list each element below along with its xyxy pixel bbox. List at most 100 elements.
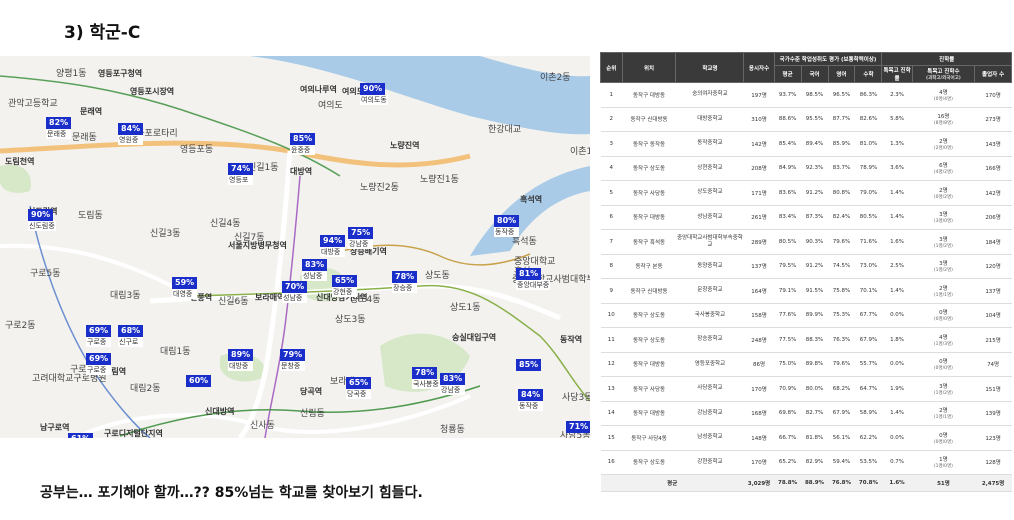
school-cell: 숭의여자중학교 xyxy=(675,82,744,108)
map-place-label: 숭실대입구역 xyxy=(452,333,497,342)
special-rate-cell: 1.4% xyxy=(881,180,913,206)
map-place-label: 상도3동 xyxy=(335,315,366,325)
pin-school-name: 구로중 xyxy=(86,365,112,375)
school-pin[interactable]: 71% xyxy=(566,414,590,433)
map-place-label: 한강대교 xyxy=(488,125,522,135)
korean-cell: 81.8% xyxy=(801,425,829,451)
map-place-label: 보라매역 xyxy=(255,293,285,302)
english-cell: 79.6% xyxy=(828,352,855,377)
section-title: 3) 학군-C xyxy=(64,23,141,43)
school-pin[interactable]: 80% 동작중 xyxy=(494,208,520,237)
english-cell: 76.3% xyxy=(828,327,855,353)
avg-cell: 66.7% xyxy=(774,425,802,451)
school-pin[interactable]: 68% 신구로 xyxy=(118,318,144,347)
school-pin[interactable]: 70% 성남중 xyxy=(282,274,308,303)
school-pin[interactable]: 69% 구로중 xyxy=(86,346,112,375)
korean-cell: 90.3% xyxy=(801,229,829,255)
map-place-label: 구로2동 xyxy=(5,321,36,331)
map-place-label: 신대방역 xyxy=(205,407,235,416)
col-students: 응시자수 xyxy=(743,52,775,83)
students-cell: 86명 xyxy=(743,352,775,377)
special-count-cell: 4명 (1명/3명) xyxy=(912,327,975,353)
students-cell: 248명 xyxy=(743,327,775,353)
school-cell: 문창중학교 xyxy=(675,278,744,304)
english-cell: 80.8% xyxy=(828,180,855,206)
pin-percentage: 61% xyxy=(68,433,94,438)
school-pin[interactable]: 61% xyxy=(68,426,94,438)
pin-school-name: 대방중 xyxy=(228,361,254,371)
special-count-cell: 1명 (1명/0명) xyxy=(912,450,975,475)
school-pin[interactable]: 85% 윤중중 xyxy=(290,126,316,155)
school-pin[interactable]: 83% 강남중 xyxy=(440,366,466,395)
school-pin[interactable]: 90% 여의도동 xyxy=(360,76,388,105)
math-cell: 79.0% xyxy=(854,180,882,206)
school-pin[interactable]: 89% 대방중 xyxy=(228,342,254,371)
school-cell: 남성중학교 xyxy=(675,425,744,451)
pin-percentage: 78% xyxy=(412,367,438,379)
pin-percentage: 81% xyxy=(516,268,542,280)
school-pin[interactable]: 81% 중앙대부중 xyxy=(516,261,551,290)
han-river xyxy=(250,56,590,135)
math-cell: 67.7% xyxy=(854,303,882,328)
col-english: 영어 xyxy=(827,65,856,83)
school-ranking-table: 순위 위치 학교명 응시자수 국가수준 학업성취도 평가 (보통학력이상) 진학… xyxy=(600,52,1012,492)
location-cell: 동작구 대방동 xyxy=(622,352,676,377)
special-count-cell: 3명 (1명/2명) xyxy=(912,254,975,279)
school-pin[interactable]: 65% 당곡중 xyxy=(346,370,372,399)
location-cell: 동작구 신대방동 xyxy=(622,107,676,132)
map-place-label: 동작역 xyxy=(560,335,583,344)
table-row: 8 동작구 본동 동양중학교 137명 79.5% 91.2% 74.5% 73.0% 2.5%… xyxy=(600,254,1012,279)
school-pin[interactable]: 78% 장승중 xyxy=(392,264,418,293)
location-cell: 동작구 상도동 xyxy=(622,156,676,181)
district-map[interactable]: 양평1동 영등포구청역 영등포시장역 관악고등학교 문래역 문래동 영등포로타리 영등포동 여의… xyxy=(0,56,590,438)
map-place-label: 당곡역 xyxy=(300,387,323,396)
students-cell: 164명 xyxy=(743,278,775,304)
col-location: 위치 xyxy=(621,52,677,83)
rank-cell: 9 xyxy=(600,278,623,304)
korean-cell: 91.2% xyxy=(801,254,829,279)
map-place-label: 흑석역 xyxy=(520,195,543,204)
school-pin[interactable]: 78% 국사봉중 xyxy=(412,360,440,389)
school-cell: 성남중학교 xyxy=(675,205,744,230)
english-cell: 75.3% xyxy=(828,303,855,328)
caption-text: 공부는… 포기해야 할까…?? 85%넘는 학교를 찾아보기 힘들다. xyxy=(40,485,423,501)
english-cell: 75.8% xyxy=(828,278,855,304)
avg-cell: 79.5% xyxy=(774,254,802,279)
map-place-label: 신길6동 xyxy=(218,297,249,307)
rank-cell: 10 xyxy=(600,303,623,328)
special-count-cell: 4명 (0명/4명) xyxy=(912,82,975,108)
school-pin[interactable]: 65% 강현중 xyxy=(332,268,358,297)
school-pin[interactable]: 85% xyxy=(516,352,542,371)
pin-percentage: 65% xyxy=(332,275,358,287)
col-special-count: 특목고 진학수 (과학고/외국어고) xyxy=(911,65,976,83)
school-pin[interactable]: 82% 문래중 xyxy=(46,110,72,139)
graduates-cell: 120명 xyxy=(974,254,1012,279)
col-achievement-group: 국가수준 학업성취도 평가 (보통학력이상) xyxy=(773,52,883,66)
school-pin[interactable]: 74% 영등포 xyxy=(228,156,254,185)
location-cell: 동작구 대방동 xyxy=(622,205,676,230)
school-pin[interactable]: 84% 영원중 xyxy=(118,116,144,145)
avg-cell: 70.9% xyxy=(774,376,802,402)
rank-cell: 3 xyxy=(600,131,623,157)
table-row: 1 동작구 대방동 숭의여자중학교 197명 93.7% 98.5% 96.5% 86.3% 2… xyxy=(600,82,1012,108)
students-cell: 148명 xyxy=(743,425,775,451)
school-pin[interactable]: 79% 문창중 xyxy=(280,342,306,371)
pin-school-name: 문창중 xyxy=(280,361,306,371)
special-rate-cell: 1.3% xyxy=(881,131,913,157)
school-pin[interactable]: 69% 구로중 xyxy=(86,318,112,347)
math-cell: 64.7% xyxy=(854,376,882,402)
graduates-cell: 166명 xyxy=(974,156,1012,181)
school-pin[interactable]: 84% 동작중 xyxy=(518,382,544,411)
school-pin[interactable]: 75% 강남중 xyxy=(348,220,374,249)
school-cell: 사당중학교 xyxy=(675,376,744,402)
graduates-cell: 74명 xyxy=(974,352,1012,377)
school-cell: 영등포중학교 xyxy=(675,352,744,377)
special-rate-cell: 1.4% xyxy=(881,401,913,426)
pin-percentage: 69% xyxy=(86,325,112,337)
map-place-label: 여의나루역 xyxy=(300,85,337,94)
school-pin[interactable]: 60% xyxy=(186,368,212,387)
school-pin[interactable]: 59% 대영중 xyxy=(172,270,198,299)
col-school: 학교명 xyxy=(675,52,745,83)
school-pin[interactable]: 90% 신도림중 xyxy=(28,202,56,231)
english-cell: 85.9% xyxy=(828,131,855,157)
